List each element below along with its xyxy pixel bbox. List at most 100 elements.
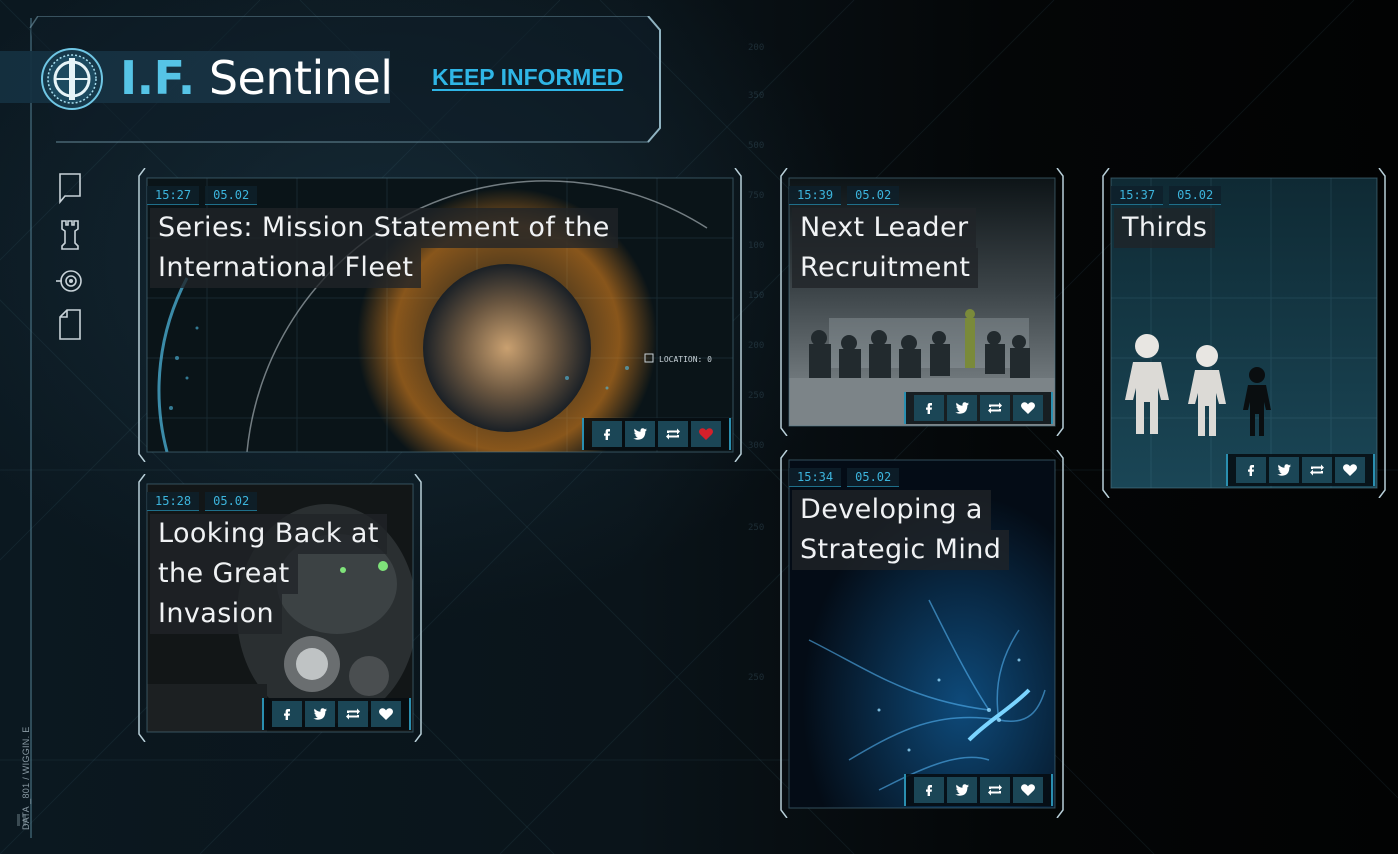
card-title-line: Series: Mission Statement of the — [150, 208, 618, 248]
logo-name: Sentinel — [208, 51, 393, 105]
card-date: 05.02 — [205, 186, 258, 205]
post-card-next-leader-recruitment[interactable]: 15:39 05.02 Next Leader Recruitment — [779, 168, 1065, 436]
rail-footer-label: DATA _801 / WIGGIN. E — [21, 726, 31, 831]
card-time: 15:27 — [147, 186, 200, 205]
svg-text:350: 350 — [748, 91, 764, 101]
card-time: 15:37 — [1111, 186, 1164, 205]
card-title-line: Looking Back at — [150, 514, 387, 554]
heart-icon — [699, 428, 713, 440]
retweet-share-button[interactable] — [1302, 457, 1332, 483]
share-bar — [1226, 454, 1375, 486]
retweet-icon — [988, 402, 1002, 414]
facebook-icon — [926, 785, 932, 796]
card-title-line: Strategic Mind — [792, 530, 1010, 570]
twitter-icon — [1277, 464, 1291, 476]
share-bar — [262, 698, 411, 730]
svg-text:200: 200 — [748, 43, 764, 53]
retweet-share-button[interactable] — [658, 421, 688, 447]
retweet-icon — [666, 428, 680, 440]
heart-share-button[interactable] — [691, 421, 721, 447]
post-card-strategic-mind[interactable]: 15:34 05.02 Developing a Strategic Mind — [779, 450, 1065, 818]
card-time: 15:34 — [789, 468, 842, 487]
card-date: 05.02 — [847, 468, 900, 487]
card-title-line: Thirds — [1114, 208, 1216, 248]
svg-text:250: 250 — [748, 673, 764, 683]
heart-share-button[interactable] — [1013, 777, 1043, 803]
share-bar — [904, 774, 1053, 806]
facebook-share-button[interactable] — [1236, 457, 1266, 483]
logo-prefix: I.F. — [120, 51, 195, 105]
target-eye-icon[interactable] — [54, 264, 86, 296]
post-card-mission-statement[interactable]: LOCATION: 0 15:27 05.02 Series: Mission … — [137, 168, 743, 462]
card-date: 05.02 — [205, 492, 258, 511]
retweet-share-button[interactable] — [980, 777, 1010, 803]
post-card-thirds[interactable]: 15:37 05.02 Thirds — [1101, 168, 1387, 498]
card-time: 15:39 — [789, 186, 842, 205]
card-title[interactable]: Next Leader Recruitment — [792, 208, 979, 288]
svg-text:250: 250 — [748, 523, 764, 533]
twitter-share-button[interactable] — [1269, 457, 1299, 483]
card-title[interactable]: Developing a Strategic Mind — [792, 490, 1010, 570]
card-timestamp: 15:34 05.02 — [789, 468, 900, 487]
svg-text:750: 750 — [748, 191, 764, 201]
card-timestamp: 15:37 05.02 — [1111, 186, 1222, 205]
card-date: 05.02 — [847, 186, 900, 205]
twitter-share-button[interactable] — [625, 421, 655, 447]
card-title[interactable]: Looking Back at the Great Invasion — [150, 514, 387, 634]
twitter-icon — [633, 428, 647, 440]
retweet-icon — [988, 784, 1002, 796]
card-title-line: International Fleet — [150, 248, 422, 288]
share-bar — [904, 392, 1053, 424]
svg-text:150: 150 — [748, 291, 764, 301]
retweet-icon — [346, 708, 360, 720]
facebook-share-button[interactable] — [914, 395, 944, 421]
card-title[interactable]: Thirds — [1114, 208, 1216, 248]
retweet-share-button[interactable] — [980, 395, 1010, 421]
retweet-icon — [1310, 464, 1324, 476]
svg-text:250: 250 — [748, 391, 764, 401]
card-title-line: the Great — [150, 554, 298, 594]
heart-icon — [1343, 464, 1357, 476]
card-date: 05.02 — [1169, 186, 1222, 205]
twitter-icon — [313, 708, 327, 720]
heart-share-button[interactable] — [371, 701, 401, 727]
heart-share-button[interactable] — [1335, 457, 1365, 483]
card-title-line: Developing a — [792, 490, 991, 530]
fleet-emblem-logo[interactable] — [40, 47, 104, 111]
card-timestamp: 15:27 05.02 — [147, 186, 258, 205]
svg-text:200: 200 — [748, 341, 764, 351]
heart-icon — [379, 708, 393, 720]
post-card-looking-back-invasion[interactable]: 15:28 05.02 Looking Back at the Great In… — [137, 474, 423, 742]
svg-text:500: 500 — [748, 141, 764, 151]
twitter-icon — [955, 784, 969, 796]
facebook-share-button[interactable] — [272, 701, 302, 727]
heart-icon — [1021, 402, 1035, 414]
facebook-icon — [604, 429, 610, 440]
facebook-share-button[interactable] — [914, 777, 944, 803]
image-location-label: LOCATION: 0 — [659, 355, 712, 364]
twitter-share-button[interactable] — [305, 701, 335, 727]
document-icon[interactable] — [54, 308, 86, 340]
facebook-icon — [926, 403, 932, 414]
rook-tower-icon[interactable] — [54, 218, 86, 250]
heart-share-button[interactable] — [1013, 395, 1043, 421]
twitter-share-button[interactable] — [947, 777, 977, 803]
card-timestamp: 15:28 05.02 — [147, 492, 258, 511]
site-logo-title[interactable]: I.F. Sentinel — [120, 52, 393, 104]
facebook-icon — [284, 709, 290, 720]
retweet-share-button[interactable] — [338, 701, 368, 727]
card-time: 15:28 — [147, 492, 200, 511]
facebook-icon — [1248, 465, 1254, 476]
speech-bubble-icon[interactable] — [54, 172, 86, 205]
twitter-share-button[interactable] — [947, 395, 977, 421]
facebook-share-button[interactable] — [592, 421, 622, 447]
card-title-line: Next Leader — [792, 208, 977, 248]
twitter-icon — [955, 402, 969, 414]
card-title-line: Recruitment — [792, 248, 979, 288]
heart-icon — [1021, 784, 1035, 796]
svg-text:300: 300 — [748, 441, 764, 451]
keep-informed-link[interactable]: KEEP INFORMED — [432, 64, 623, 91]
card-title[interactable]: Series: Mission Statement of the Interna… — [150, 208, 618, 288]
card-timestamp: 15:39 05.02 — [789, 186, 900, 205]
card-title-line: Invasion — [150, 594, 282, 634]
